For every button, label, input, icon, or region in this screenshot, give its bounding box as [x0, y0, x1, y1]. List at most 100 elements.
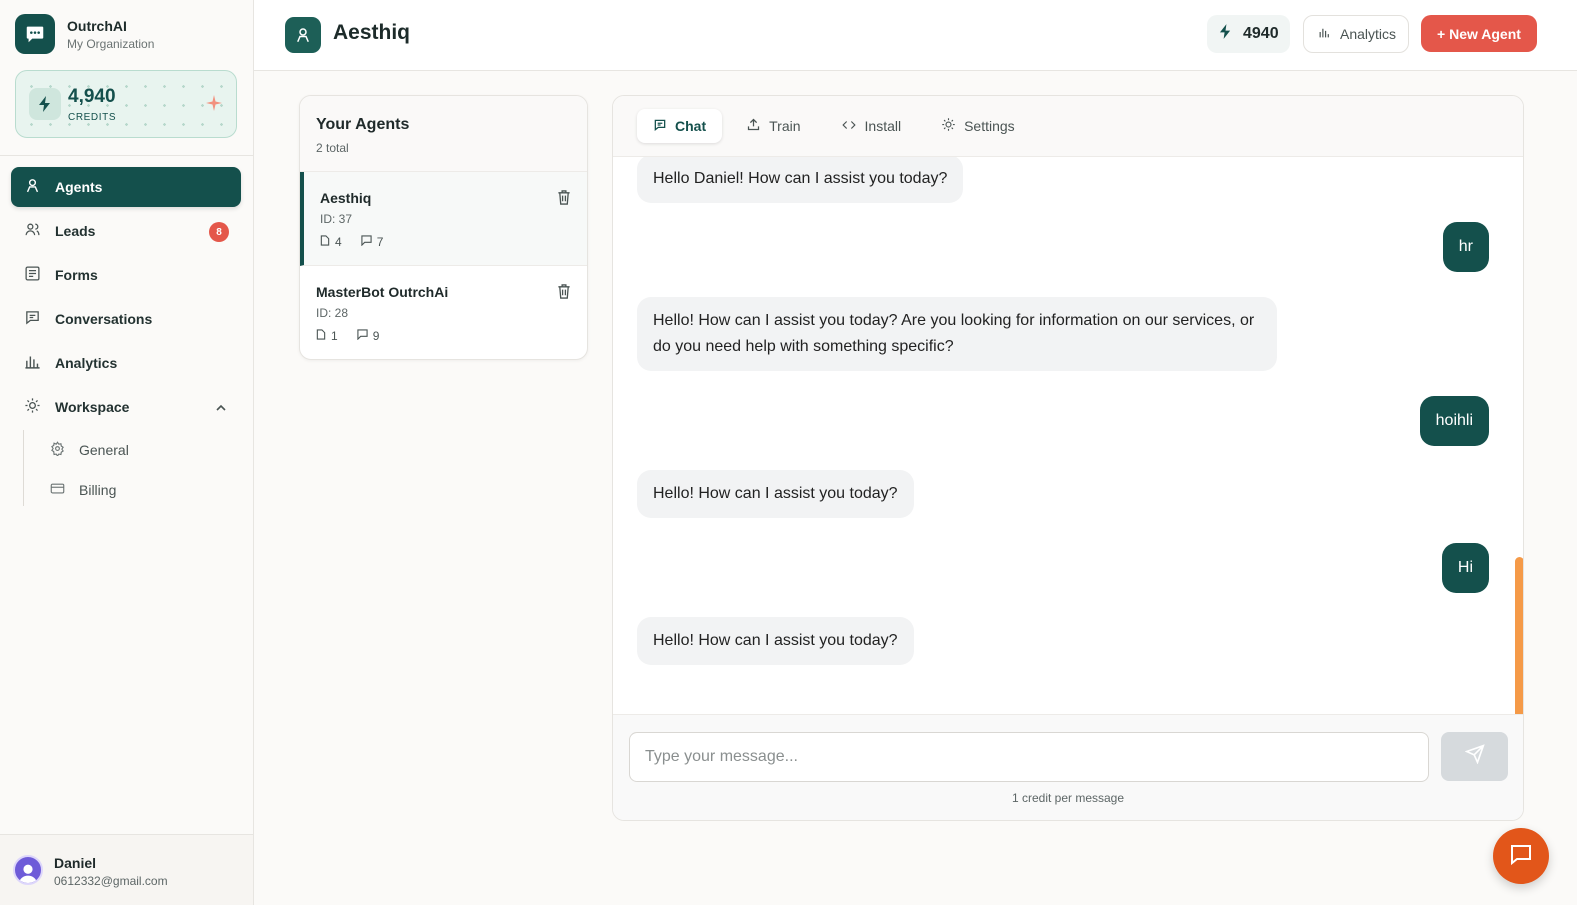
agent-name: Aesthiq [320, 190, 372, 206]
scrollbar-thumb[interactable] [1515, 557, 1523, 715]
chat-logo-icon [15, 14, 55, 54]
user-email: 0612332@gmail.com [54, 874, 168, 888]
sparkle-icon [206, 95, 222, 116]
sidebar-item-label: Workspace [55, 399, 130, 415]
sidebar-item-label: Agents [55, 179, 103, 195]
analytics-button[interactable]: Analytics [1303, 15, 1409, 53]
brand-name: OutrchAI [67, 17, 127, 34]
tab-label: Train [769, 118, 801, 134]
sidebar-item-billing[interactable]: Billing [24, 470, 223, 510]
credits-balance: 4940 [1207, 15, 1290, 53]
user-name: Daniel [54, 855, 97, 871]
page-title: Aesthiq [333, 21, 411, 44]
tab-settings[interactable]: Settings [925, 109, 1031, 143]
sidebar-item-label: Analytics [55, 355, 118, 371]
sidebar-item-general[interactable]: General [24, 430, 223, 470]
credit-cost-hint: 1 credit per message [1011, 791, 1125, 805]
tab-install[interactable]: Install [825, 109, 918, 143]
workspace-subnav: General Billing [23, 430, 223, 506]
analytics-label: Analytics [1340, 26, 1397, 42]
chevron-up-icon[interactable] [215, 401, 227, 417]
chat-bubble-icon [1509, 842, 1533, 871]
agent-stats: 1 9 [316, 329, 571, 343]
bar-chart-icon [1318, 26, 1331, 42]
document-count: 4 [335, 235, 342, 249]
message-input[interactable] [629, 732, 1429, 782]
message-icon [357, 329, 368, 343]
credits-value: 4940 [1243, 25, 1279, 42]
chat-widget-button[interactable] [1493, 828, 1549, 884]
tab-chat[interactable]: Chat [637, 109, 723, 143]
message-list[interactable]: Hello Daniel! How can I assist you today… [613, 157, 1523, 715]
sidebar-item-label: Conversations [55, 311, 153, 327]
new-agent-button[interactable]: + New Agent [1421, 15, 1537, 52]
bot-message: Hello Daniel! How can I assist you today… [637, 157, 964, 203]
credits-label: CREDITS [68, 112, 117, 123]
users-icon [24, 221, 41, 241]
agent-id: ID: 37 [320, 212, 353, 226]
agent-icon [24, 177, 41, 197]
credits-card[interactable]: 4,940 CREDITS [15, 70, 237, 138]
agent-list-item[interactable]: Aesthiq ID: 37 4 7 [300, 172, 587, 266]
top-header: Aesthiq 4940 Analytics + New Agent [254, 0, 1577, 71]
agent-icon [285, 17, 321, 53]
tab-label: Settings [964, 118, 1015, 134]
tab-bar: Chat Train Install Settings [613, 96, 1523, 157]
bolt-icon [1219, 24, 1232, 44]
agents-panel: Your Agents 2 total Aesthiq ID: 37 4 7 M… [299, 95, 588, 360]
sidebar-item-label: Forms [55, 267, 98, 283]
sidebar-item-agents[interactable]: Agents [11, 167, 241, 207]
conversation-count: 7 [376, 235, 384, 249]
message-icon [653, 118, 667, 135]
tab-label: Install [864, 118, 902, 134]
bolt-icon [29, 88, 61, 120]
sidebar-divider [0, 155, 253, 156]
trash-icon[interactable] [557, 190, 571, 210]
sidebar: OutrchAI My Organization 4,940 CREDITS A… [0, 0, 254, 905]
sidebar-item-label: Billing [79, 482, 117, 498]
sun-icon [24, 397, 41, 417]
send-icon [1463, 744, 1485, 769]
sidebar-item-workspace[interactable]: Workspace [11, 387, 241, 427]
document-icon [320, 235, 330, 249]
tab-label: Chat [675, 118, 707, 134]
bot-message: Hello! How can I assist you today? [637, 470, 914, 518]
user-message: Hi [1441, 543, 1489, 593]
conversation-count: 9 [372, 329, 380, 343]
sidebar-item-label: Leads [55, 223, 96, 239]
chat-panel: Chat Train Install Settings Hello Daniel… [612, 95, 1524, 821]
agents-panel-title: Your Agents [316, 116, 410, 133]
agents-panel-header: Your Agents 2 total [300, 96, 587, 172]
bot-message: Hello! How can I assist you today? Are y… [637, 297, 1277, 371]
agent-list-item[interactable]: MasterBot OutrchAi ID: 28 1 9 [300, 266, 587, 359]
gear-icon [50, 441, 65, 459]
tab-train[interactable]: Train [730, 109, 816, 143]
sidebar-item-analytics[interactable]: Analytics [11, 343, 241, 383]
sidebar-item-leads[interactable]: Leads 8 [11, 211, 241, 251]
form-icon [24, 265, 41, 285]
code-icon [841, 118, 857, 135]
bar-chart-icon [24, 353, 41, 373]
agents-count: 2 total [316, 141, 349, 155]
credit-card-icon [50, 481, 65, 499]
document-icon [316, 329, 326, 343]
sidebar-item-label: General [79, 442, 129, 458]
organization-name: My Organization [67, 36, 155, 51]
trash-icon[interactable] [557, 284, 571, 304]
user-profile[interactable]: Daniel 0612332@gmail.com [0, 834, 253, 905]
upload-icon [746, 117, 761, 135]
bot-message: Hello! How can I assist you today? [637, 617, 914, 665]
avatar [13, 855, 43, 885]
sidebar-nav: Agents Leads 8 Forms Conversations Analy… [11, 167, 241, 431]
sidebar-item-conversations[interactable]: Conversations [11, 299, 241, 339]
user-message: hr [1442, 222, 1489, 272]
send-button[interactable] [1441, 732, 1508, 781]
sidebar-item-forms[interactable]: Forms [11, 255, 241, 295]
message-icon [24, 309, 41, 329]
brand[interactable]: OutrchAI My Organization [15, 14, 154, 54]
message-composer: 1 credit per message [613, 714, 1523, 820]
user-message: hoihli [1419, 396, 1489, 446]
agent-id: ID: 28 [316, 306, 349, 320]
settings-icon [941, 117, 956, 135]
message-icon [361, 235, 372, 249]
